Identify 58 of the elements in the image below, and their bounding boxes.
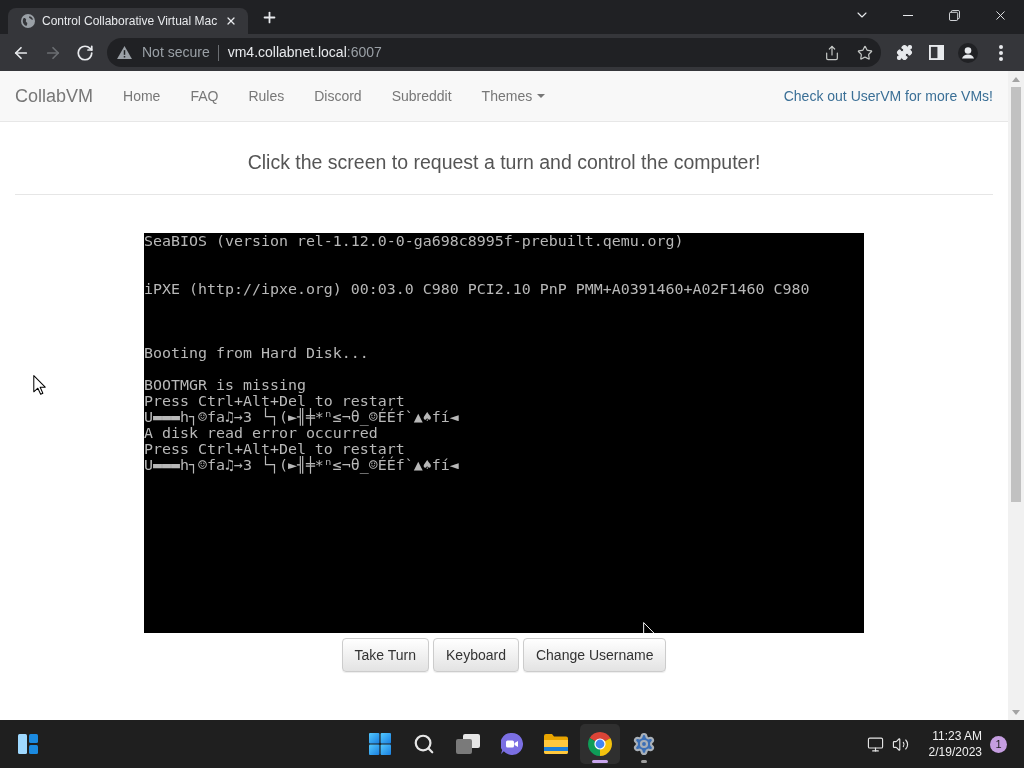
terminal-line: SeaBIOS (version rel-1.12.0-0-ga698c8995f-prebuilt.qemu.org) (144, 233, 684, 249)
active-indicator (592, 760, 608, 763)
terminal-line: Press Ctrl+Alt+Del to restart (144, 393, 405, 409)
terminal-line: U▬▬▬h┐☺fa♫→3 └┐(►╢╪*ⁿ≤¬θ_☺ÉÉf`▲♠fí◄ (144, 409, 459, 425)
task-view-icon (456, 734, 480, 754)
vm-action-button[interactable]: Change Username (522, 638, 667, 672)
vm-action-button[interactable]: Keyboard (433, 638, 519, 672)
nav-link[interactable]: Subreddit (376, 86, 467, 106)
folder-icon (544, 734, 568, 754)
search-icon (413, 733, 435, 755)
browser-icon (588, 732, 612, 756)
security-label[interactable]: Not secure (142, 42, 210, 63)
running-indicator (641, 760, 647, 763)
restore-icon (948, 9, 960, 21)
globe-icon (21, 14, 35, 28)
terminal-line: Press Ctrl+Alt+Del to restart (144, 441, 405, 457)
close-icon[interactable] (225, 15, 237, 27)
browser-button[interactable] (580, 724, 620, 764)
terminal-line: Booting from Hard Disk... (144, 345, 369, 361)
side-panel-icon (928, 45, 944, 60)
address-bar[interactable]: Not secure vm4.collabnet.local:6007 (107, 38, 881, 67)
vm-screen[interactable] (144, 233, 864, 633)
clock-date[interactable]: 2/19/2023 (928, 744, 982, 760)
video-chat-icon (501, 733, 523, 755)
browser-tab[interactable]: Control Collaborative Virtual Mac (8, 8, 248, 34)
notification-badge[interactable]: 1 (990, 735, 1007, 753)
gear-icon (632, 732, 656, 756)
reload-icon (76, 43, 94, 62)
terminal-line: BOOTMGR is missing (144, 377, 306, 393)
menu-icon (999, 44, 1003, 61)
start-icon (369, 733, 391, 755)
puzzle-piece-icon (895, 44, 913, 61)
mouse-pointer-icon (643, 622, 655, 633)
share-icon[interactable] (824, 44, 840, 61)
widgets-icon (18, 734, 38, 754)
terminal-line: A disk read error occurred (144, 425, 378, 441)
scrollbar-thumb[interactable] (1011, 87, 1021, 502)
terminal-line: iPXE (http://ipxe.org) 00:03.0 C980 PCI2.10 PnP PMM+A0391460+A02F1460 C980 (144, 281, 810, 297)
nav-link[interactable]: FAQ (175, 86, 234, 106)
url-text: vm4.collabnet.local:6007 (227, 43, 382, 62)
minimize-icon (903, 14, 913, 16)
profile-avatar-icon (958, 42, 978, 63)
terminal-line: U▬▬▬h┐☺fa♫→3 └┐(►╢╪*ⁿ≤¬θ_☺ÉÉf`▲♠fí◄ (144, 457, 459, 473)
monitor-icon[interactable] (866, 735, 884, 753)
vm-action-button[interactable]: Take Turn (341, 638, 429, 672)
page-heading: Click the screen to request a turn and control the computer! (246, 151, 762, 173)
star-icon[interactable] (857, 44, 873, 61)
brand-link[interactable]: CollabVM (0, 86, 109, 106)
mouse-pointer-icon (33, 375, 46, 395)
clock-time[interactable]: 11:23 AM (932, 728, 982, 744)
speaker-icon[interactable] (891, 735, 909, 753)
caret-icon (537, 94, 546, 98)
nav-link[interactable]: Discord (299, 86, 377, 106)
nav-link[interactable]: Home (108, 86, 176, 106)
promo-link[interactable]: Check out UserVM for more VMs! (768, 86, 1008, 106)
warning-icon (117, 46, 132, 59)
nav-link[interactable]: Themes (466, 86, 561, 106)
nav-link[interactable]: Rules (233, 86, 300, 106)
